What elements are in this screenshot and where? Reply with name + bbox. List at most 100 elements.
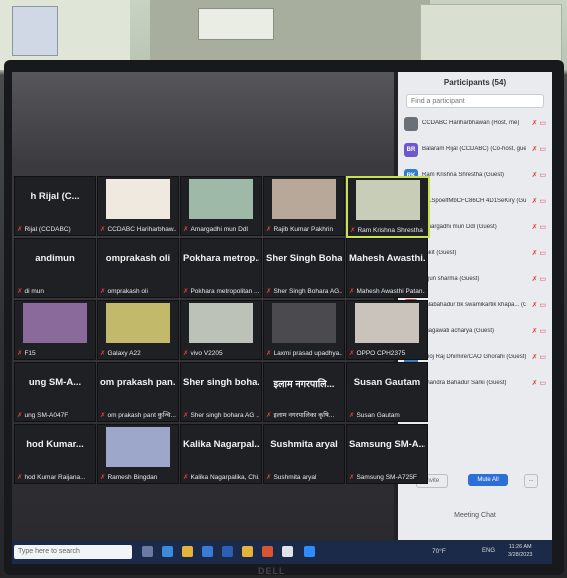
tile-name-label: ✗ di mun [17, 287, 44, 295]
video-feed [106, 303, 170, 343]
video-tile[interactable]: Samsung SM-A... ✗ Samsung SM-A725F [346, 424, 428, 484]
video-tile[interactable]: Sher Singh Boha... ✗Sher Singh Bohara AG.… [263, 238, 345, 298]
video-tile[interactable]: Mahesh Awasthi... ✗ Mahesh Awasthi Patan..… [346, 238, 428, 298]
word-icon[interactable] [222, 546, 233, 557]
more-options-button[interactable]: ... [524, 474, 538, 488]
video-tile[interactable]: ✗ OPPO CPH2375 [346, 300, 428, 360]
tile-name-label: ✗ Sushmita aryal [266, 473, 316, 481]
monitor-screen: Participants (54) Find a participant Inv… [12, 72, 552, 564]
video-tile[interactable]: andimun ✗ di mun [14, 238, 96, 298]
tile-name-label: ✗ Rijal (CCDABC) [17, 225, 71, 233]
mic-muted-icon: ✗ [17, 226, 23, 233]
video-tile[interactable]: ✗ Laxmi prasad upadhya... [263, 300, 345, 360]
mic-camera-off-icon[interactable]: ✗ ▭ [532, 327, 546, 335]
video-tile[interactable]: Susan Gautam ✗ Susan Gautam [346, 362, 428, 422]
video-tile[interactable]: ✗ Rajib Kumar Pakhrin [263, 176, 345, 236]
video-tile[interactable]: ✗ Galaxy A22 [97, 300, 179, 360]
video-tile[interactable]: Pokhara metrop... ✗ Pokhara metropolitan .… [180, 238, 262, 298]
meeting-chat-label[interactable]: Meeting Chat [398, 512, 552, 519]
mic-camera-off-icon[interactable]: ✗ ▭ [532, 301, 546, 309]
video-tile[interactable]: ✗ Amargadhi mun Ddl [180, 176, 262, 236]
language-indicator[interactable]: ENG [482, 548, 495, 554]
mic-muted-icon: ✗ [350, 227, 356, 234]
mic-muted-icon: ✗ [266, 412, 272, 419]
tile-name-label: ✗ F15 [17, 349, 36, 357]
mic-camera-off-icon[interactable]: ✗ ▭ [532, 171, 546, 179]
video-tile[interactable]: Kalika Nagarpal... ✗ Kalika Nagarpalika, C… [180, 424, 262, 484]
monitor-brand-logo: DELL [258, 566, 286, 576]
mic-muted-icon: ✗ [17, 412, 23, 419]
chrome-icon[interactable] [242, 546, 253, 557]
tile-name-label: ✗ OPPO CPH2375 [349, 349, 405, 357]
video-feed [272, 303, 336, 343]
task-view-icon[interactable] [142, 546, 153, 557]
tile-label-text: Rijal (CCDABC) [24, 226, 71, 233]
mic-muted-icon: ✗ [349, 474, 355, 481]
mic-camera-off-icon[interactable]: ✗ ▭ [532, 197, 546, 205]
video-tile[interactable]: Sher singh boha... ✗ Sher singh bohara AG … [180, 362, 262, 422]
participant-name: CCDABC Hariharbhawan (Host, me) [422, 120, 520, 126]
clock-time: 11:26 AM [508, 544, 532, 550]
taskbar-clock[interactable]: 11:26 AM 3/28/2023 [508, 543, 532, 559]
video-tile[interactable]: omprakash oli ✗ omprakash oli [97, 238, 179, 298]
zoom-icon[interactable] [304, 546, 315, 557]
edge-browser-icon[interactable] [162, 546, 173, 557]
video-tile[interactable]: ✗ Ramesh Bingdan [97, 424, 179, 484]
participant-name: Bhoj Raj Dhimire/CAO Ghorahi (Guest) [422, 354, 526, 360]
participant-avatar: BR [404, 143, 418, 157]
video-tile[interactable]: ✗ vivo V2205 [180, 300, 262, 360]
tile-name-label: ✗ इलाम नगरपालिका कृषि... [266, 410, 334, 419]
mute-all-button[interactable]: Mute All [468, 474, 508, 486]
video-feed [355, 303, 419, 343]
mic-muted-icon: ✗ [100, 474, 106, 481]
mic-camera-off-icon[interactable]: ✗ ▭ [532, 275, 546, 283]
video-tile[interactable]: ung SM-A... ✗ ung SM-A047F [14, 362, 96, 422]
mic-camera-off-icon[interactable]: ✗ ▭ [532, 223, 546, 231]
tile-name-label: ✗ omprakash oli [100, 287, 148, 295]
video-tile[interactable]: ✗ CCDABC Hariharbhaw... [97, 176, 179, 236]
video-tile[interactable]: इलाम नगरपालि... ✗ इलाम नगरपालिका कृषि... [263, 362, 345, 422]
mic-muted-icon: ✗ [183, 412, 189, 419]
tile-name-label: ✗ Sher Singh Bohara AG... [266, 287, 342, 295]
tile-display-name: Sushmita aryal [270, 439, 338, 450]
participant-name: Ram Krishna Shrestha (Guest) [422, 172, 505, 178]
tile-name-label: ✗ Laxmi prasad upadhya... [266, 349, 342, 357]
video-tile[interactable]: h Rijal (C... ✗ Rijal (CCDABC) [14, 176, 96, 236]
mic-camera-off-icon[interactable]: ✗ ▭ [532, 249, 546, 257]
participant-row[interactable]: BR Balaram Rijal (CCDABC) (Co-host, guest… [404, 140, 546, 160]
tile-label-text: om prakash pant कुन्चि... [107, 412, 176, 419]
participant-row[interactable]: CCDABC Hariharbhawan (Host, me) ✗ ▭ [404, 114, 546, 134]
tile-label-text: Ram Krishna Shrestha [357, 227, 423, 234]
windows-taskbar: Type here to search 70°F ENG 11:26 AM 3/… [12, 540, 552, 564]
notice-board [420, 4, 562, 68]
tile-name-label: ✗ vivo V2205 [183, 349, 223, 357]
video-tile[interactable]: hod Kumar... ✗ hod Kumar Raijana... [14, 424, 96, 484]
video-tile[interactable]: ✗ Ram Krishna Shrestha [346, 176, 430, 238]
tile-label-text: Galaxy A22 [107, 350, 141, 357]
video-feed [272, 179, 336, 219]
tile-display-name: Samsung SM-A... [349, 439, 425, 450]
weather-temperature[interactable]: 70°F [432, 548, 446, 555]
mic-camera-off-icon[interactable]: ✗ ▭ [532, 379, 546, 387]
mic-muted-icon: ✗ [183, 474, 189, 481]
participant-search-input[interactable]: Find a participant [406, 94, 544, 108]
mic-camera-off-icon[interactable]: ✗ ▭ [532, 353, 546, 361]
video-tile[interactable]: ✗ F15 [14, 300, 96, 360]
participant-name: balabahadur bk swamikartik khapa... (Gue… [422, 302, 526, 308]
taskbar-search-input[interactable]: Type here to search [14, 545, 132, 559]
file-explorer-icon[interactable] [182, 546, 193, 557]
app-icon[interactable] [282, 546, 293, 557]
video-feed [356, 180, 420, 220]
mic-muted-icon: ✗ [183, 226, 189, 233]
tile-label-text: Ramesh Bingdan [107, 474, 158, 481]
video-tile[interactable]: Sushmita aryal ✗ Sushmita aryal [263, 424, 345, 484]
mic-camera-off-icon[interactable]: ✗ ▭ [532, 119, 546, 127]
powerpoint-icon[interactable] [262, 546, 273, 557]
tile-label-text: vivo V2205 [190, 350, 223, 357]
tile-label-text: omprakash oli [107, 288, 148, 295]
video-tile[interactable]: om prakash pan... ✗ om prakash pant कुन्चि… [97, 362, 179, 422]
store-icon[interactable] [202, 546, 213, 557]
mic-camera-off-icon[interactable]: ✗ ▭ [532, 145, 546, 153]
tile-label-text: Susan Gautam [356, 412, 400, 419]
mic-muted-icon: ✗ [349, 288, 355, 295]
